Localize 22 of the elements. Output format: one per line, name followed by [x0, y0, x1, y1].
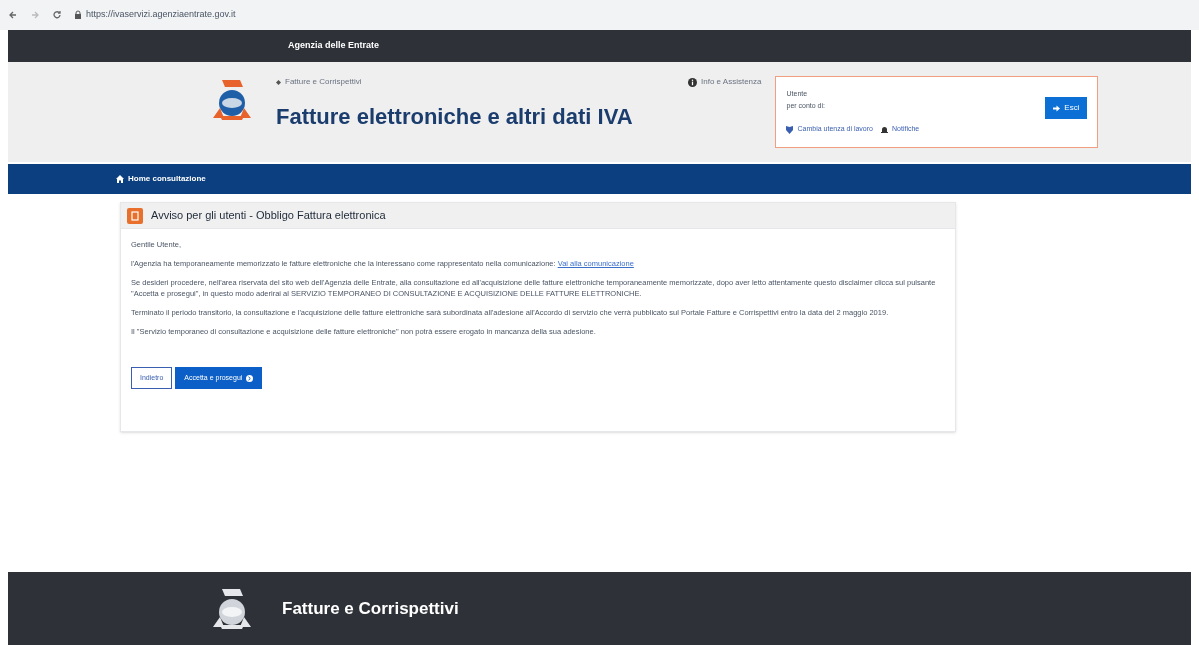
- arrow-circle-icon: [246, 374, 254, 382]
- shield-icon: [786, 125, 794, 134]
- address-bar[interactable]: https://ivaservizi.agenziaentrate.gov.it: [86, 8, 236, 22]
- notice-title: Avviso per gli utenti - Obbligo Fattura elettronica: [151, 208, 386, 224]
- back-icon[interactable]: [8, 10, 18, 20]
- footer-title: Fatture e Corrispettivi: [282, 597, 459, 620]
- home-icon: [116, 175, 124, 183]
- document-icon: [127, 207, 143, 224]
- help-link[interactable]: Info e Assistenza: [701, 76, 762, 88]
- diamond-icon: [276, 79, 281, 85]
- agency-logo: [210, 78, 254, 122]
- page-title: Fatture elettroniche e altri dati IVA: [276, 103, 634, 131]
- info-icon: [688, 77, 697, 87]
- home-link[interactable]: Home consultazione: [128, 173, 206, 185]
- reload-icon[interactable]: [52, 10, 62, 20]
- lock-icon: [74, 10, 82, 20]
- bell-icon: [881, 125, 888, 134]
- agency-title: Agenzia delle Entrate: [288, 39, 380, 53]
- logout-button[interactable]: Esci: [1045, 97, 1088, 119]
- footer-logo: [210, 586, 254, 631]
- breadcrumb-link[interactable]: Fatture e Corrispettivi: [276, 76, 656, 88]
- logout-icon: [1053, 104, 1061, 112]
